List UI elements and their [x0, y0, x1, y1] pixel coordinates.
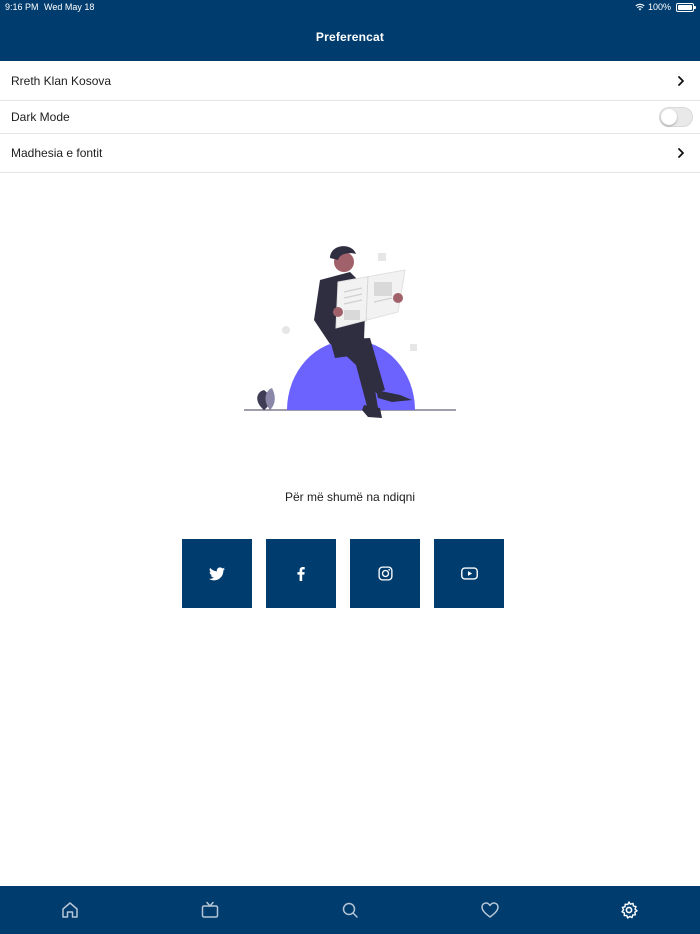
youtube-icon — [460, 567, 478, 580]
menu-item-label: Rreth Klan Kosova — [11, 73, 112, 88]
search-icon[interactable] — [340, 900, 360, 920]
home-icon[interactable] — [60, 900, 80, 920]
twitter-icon — [209, 566, 225, 580]
chevron-right-icon — [678, 148, 684, 158]
menu-item-dark-mode: Dark Mode — [0, 101, 700, 134]
instagram-icon — [377, 566, 393, 581]
bottom-tab-bar — [0, 886, 700, 934]
follow-us-text: Për më shumë na ndiqni — [284, 490, 416, 504]
dark-mode-toggle[interactable] — [659, 107, 693, 127]
instagram-button[interactable] — [350, 539, 420, 608]
battery-icon — [676, 2, 696, 12]
status-time: 9:16 PM — [5, 2, 39, 12]
page-title: Preferencat — [315, 30, 385, 44]
menu-item-label: Madhesia e fontit — [11, 146, 103, 160]
youtube-button[interactable] — [434, 539, 504, 608]
status-date: Wed May 18 — [44, 2, 95, 12]
tv-icon[interactable] — [200, 900, 220, 920]
reading-person-illustration — [244, 246, 456, 418]
menu-item-about[interactable]: Rreth Klan Kosova — [0, 61, 700, 101]
heart-icon[interactable] — [480, 900, 500, 920]
battery-percent: 100% — [647, 2, 671, 12]
header-bar: 9:16 PM Wed May 18 100% Preferencat — [0, 0, 700, 61]
menu-item-label: Dark Mode — [11, 110, 70, 124]
menu-item-font-size[interactable]: Madhesia e fontit — [0, 134, 700, 173]
toggle-knob — [661, 109, 677, 125]
facebook-button[interactable] — [266, 539, 336, 608]
wifi-icon — [635, 3, 645, 11]
facebook-icon — [297, 566, 305, 581]
chevron-right-icon — [678, 75, 684, 86]
social-links — [182, 539, 504, 608]
gear-icon[interactable] — [619, 900, 639, 920]
twitter-button[interactable] — [182, 539, 252, 608]
preferences-list: Rreth Klan Kosova Dark Mode Madhesia e f… — [0, 61, 700, 173]
status-bar: 9:16 PM Wed May 18 100% — [0, 0, 700, 14]
status-indicators: 100% — [635, 2, 696, 12]
